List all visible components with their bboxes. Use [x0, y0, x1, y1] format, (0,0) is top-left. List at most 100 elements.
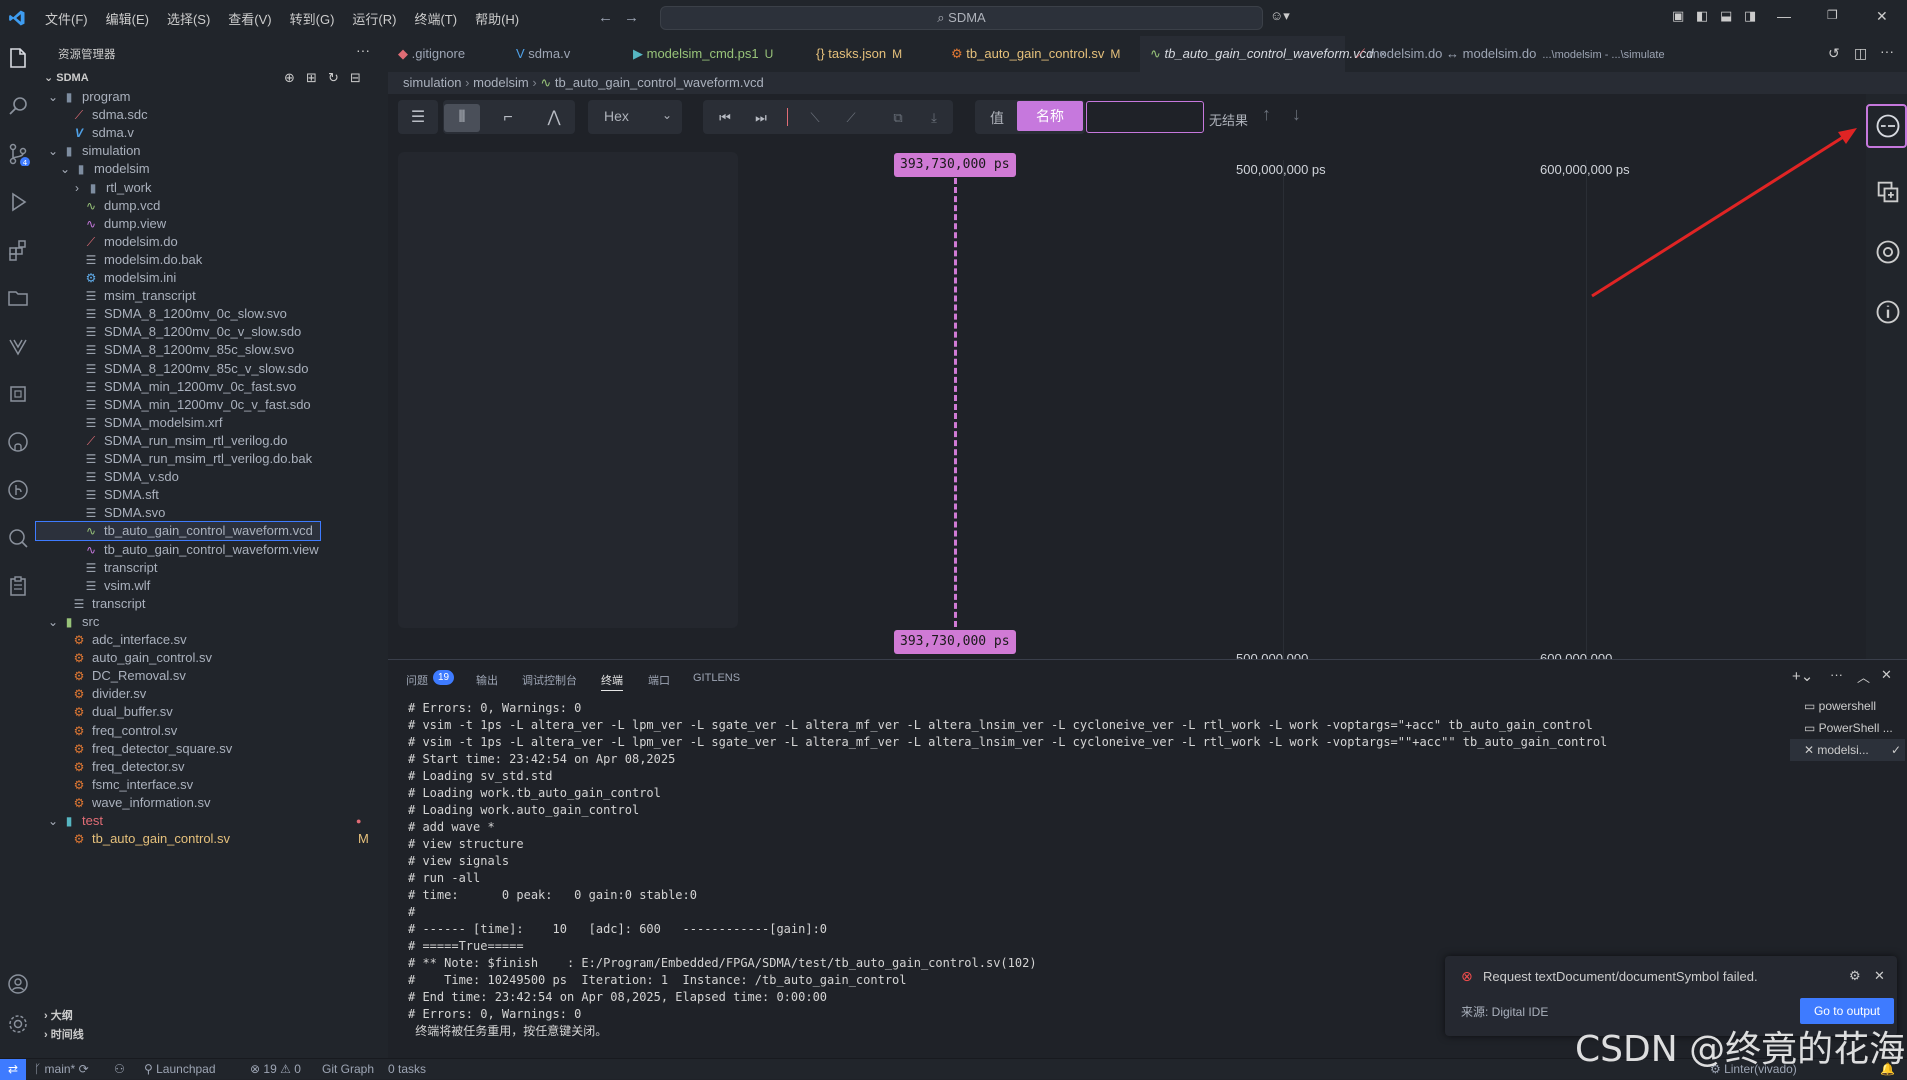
tree-folder[interactable]: › ▮ rtl_work	[36, 179, 320, 197]
collapse-all-icon[interactable]: ⊟	[350, 70, 361, 86]
remote-explorer-icon[interactable]	[6, 526, 30, 550]
breadcrumb-item[interactable]: modelsim	[473, 75, 529, 90]
waveform-panel-icon[interactable]	[1874, 112, 1902, 140]
signal-search-input[interactable]	[1086, 101, 1204, 133]
menu-item[interactable]: 查看(V)	[219, 9, 280, 28]
tree-file[interactable]: ∿ dump.view	[36, 215, 320, 233]
add-signal-icon[interactable]	[1874, 178, 1902, 206]
tree-folder[interactable]: ⌄ ▮ test ●	[36, 812, 376, 830]
tree-file[interactable]: ☰ SDMA_modelsim.xrf	[36, 414, 320, 432]
problems-indicator[interactable]: ⊗ 19 ⚠ 0	[250, 1059, 301, 1080]
tree-file[interactable]: ∿ tb_auto_gain_control_waveform.view	[36, 541, 320, 559]
tree-file[interactable]: ☰ transcript	[36, 595, 320, 613]
tree-file[interactable]: ☰ vsim.wlf	[36, 577, 320, 595]
more-actions-icon[interactable]: ···	[356, 42, 370, 58]
analog-render-icon[interactable]: ⋀	[536, 104, 572, 132]
maximize-panel-icon[interactable]: ︿	[1857, 667, 1870, 686]
tree-folder[interactable]: ⌄ ▮ src	[36, 613, 320, 631]
minimize-icon[interactable]: —	[1777, 8, 1791, 24]
nav-back-icon[interactable]: ←	[598, 9, 613, 26]
tree-file[interactable]: ⟋ SDMA_run_msim_rtl_verilog.do	[36, 432, 320, 450]
nav-forward-icon[interactable]: →	[624, 9, 639, 26]
menu-icon[interactable]: ☰	[400, 104, 436, 132]
copilot-icon[interactable]: ☺▾	[1270, 8, 1290, 24]
tree-folder[interactable]: ⌄ ▮ program	[36, 88, 320, 106]
tab-debug-console[interactable]: 调试控制台	[522, 672, 577, 688]
tree-file[interactable]: ⚙ divider.sv	[36, 685, 320, 703]
menu-item[interactable]: 编辑(E)	[97, 9, 158, 28]
tab-output[interactable]: 输出	[476, 672, 498, 688]
split-editor-icon[interactable]: ◫	[1854, 45, 1867, 62]
step-render-icon[interactable]: ⌐	[490, 104, 526, 132]
editor-tab[interactable]: V sdma.v	[506, 36, 621, 72]
clipboard-icon[interactable]	[6, 574, 30, 598]
tree-file[interactable]: ⟋ modelsim.do	[36, 233, 320, 251]
gitlens-icon[interactable]	[6, 478, 30, 502]
tree-file[interactable]: ⚙ DC_Removal.sv	[36, 667, 320, 685]
layout-customize-icon[interactable]: ▣	[1672, 8, 1684, 24]
tree-file[interactable]: ⚙ fsmc_interface.sv	[36, 776, 320, 794]
menu-item[interactable]: 终端(T)	[405, 9, 466, 28]
tree-file[interactable]: ⚙ freq_detector_square.sv	[36, 740, 320, 758]
more-actions-icon[interactable]: ···	[1830, 667, 1843, 682]
terminal-item[interactable]: ✕ modelsi... ✓	[1790, 739, 1905, 761]
value-search-toggle[interactable]: 值	[990, 108, 1004, 128]
remote-icon[interactable]: ⇄	[0, 1059, 26, 1080]
search-icon[interactable]	[6, 94, 30, 118]
tree-file[interactable]: ⚙ modelsim.ini	[36, 269, 320, 287]
close-icon[interactable]: ✕	[1874, 968, 1885, 984]
info-icon[interactable]	[1874, 298, 1902, 326]
github-icon[interactable]	[6, 430, 30, 454]
source-control-icon[interactable]: 4	[6, 142, 30, 166]
close-window-icon[interactable]: ✕	[1876, 8, 1888, 25]
explorer-icon[interactable]	[6, 46, 30, 70]
editor-tab[interactable]: {} tasks.json M	[806, 36, 938, 72]
tree-file[interactable]: ☰ modelsim.do.bak	[36, 251, 320, 269]
editor-tab[interactable]: ⟋ modelsim.do ↔ modelsim.do ...\modelsim …	[1346, 36, 1676, 72]
tree-file[interactable]: ☰ SDMA.svo	[36, 504, 320, 522]
git-branch[interactable]: ᚴ main* ⟳	[34, 1059, 89, 1080]
tree-file[interactable]: ☰ SDMA_min_1200mv_0c_fast.svo	[36, 378, 320, 396]
folder-icon[interactable]	[6, 286, 30, 310]
tree-file[interactable]: ☰ SDMA_8_1200mv_0c_slow.svo	[36, 305, 320, 323]
jump-end-icon[interactable]: ⏭	[743, 104, 779, 132]
settings-icon[interactable]	[1874, 238, 1902, 266]
outline-section[interactable]: › 大纲	[44, 1007, 73, 1023]
tree-file[interactable]: ☰ SDMA.sft	[36, 486, 320, 504]
timeline-section[interactable]: › 时间线	[44, 1026, 84, 1042]
menu-item[interactable]: 运行(R)	[343, 9, 405, 28]
chip-icon[interactable]	[6, 382, 30, 406]
breadcrumb-item[interactable]: tb_auto_gain_control_waveform.vcd	[555, 75, 764, 90]
tree-file[interactable]: ⚙ tb_auto_gain_control.sv M	[36, 830, 376, 848]
jump-start-icon[interactable]: ⏮	[707, 104, 743, 132]
editor-tab[interactable]: ⚙ tb_auto_gain_control.sv M	[941, 36, 1137, 72]
refresh-icon[interactable]: ↻	[328, 70, 339, 86]
tree-file[interactable]: ☰ SDMA_8_1200mv_0c_v_slow.sdo	[36, 323, 320, 341]
tree-file[interactable]: ∿ tb_auto_gain_control_waveform.vcd	[35, 521, 321, 542]
tree-file[interactable]: ∿ dump.vcd	[36, 197, 320, 215]
launchpad[interactable]: ⚲ Launchpad	[144, 1059, 216, 1080]
tree-file[interactable]: ☰ SDMA_8_1200mv_85c_v_slow.sdo	[36, 360, 320, 378]
menu-item[interactable]: 选择(S)	[158, 9, 219, 28]
export-icon[interactable]: ⤓	[916, 104, 952, 132]
signal-list-panel[interactable]	[398, 152, 738, 628]
account-icon[interactable]	[6, 972, 30, 996]
new-folder-icon[interactable]: ⊞	[306, 70, 317, 86]
tree-folder[interactable]: ⌄ ▮ simulation	[36, 142, 320, 160]
editor-tab[interactable]: ∿ tb_auto_gain_control_waveform.vcd ×	[1140, 36, 1386, 72]
search-prev-icon[interactable]: ↑	[1262, 104, 1271, 125]
terminal-item[interactable]: ▭ powershell	[1790, 695, 1905, 717]
copy-icon[interactable]: ⧉	[880, 104, 916, 132]
tree-file[interactable]: ⚙ adc_interface.sv	[36, 631, 320, 649]
digital-render-icon[interactable]: ⫴	[444, 104, 480, 132]
more-actions-icon[interactable]: ···	[1880, 43, 1894, 59]
tree-file[interactable]: Vsdma.v	[36, 124, 320, 142]
new-file-icon[interactable]: ⊕	[284, 70, 295, 86]
toggle-panel-icon[interactable]: ⬓	[1720, 8, 1732, 24]
tree-folder[interactable]: ⌄ ▮ modelsim	[36, 160, 320, 178]
restore-icon[interactable]: ❐	[1827, 8, 1838, 22]
menu-item[interactable]: 帮助(H)	[466, 9, 528, 28]
menu-item[interactable]: 转到(G)	[281, 9, 344, 28]
tree-file[interactable]: ☰ SDMA_min_1200mv_0c_v_fast.sdo	[36, 396, 320, 414]
tab-problems[interactable]: 问题	[406, 672, 428, 688]
